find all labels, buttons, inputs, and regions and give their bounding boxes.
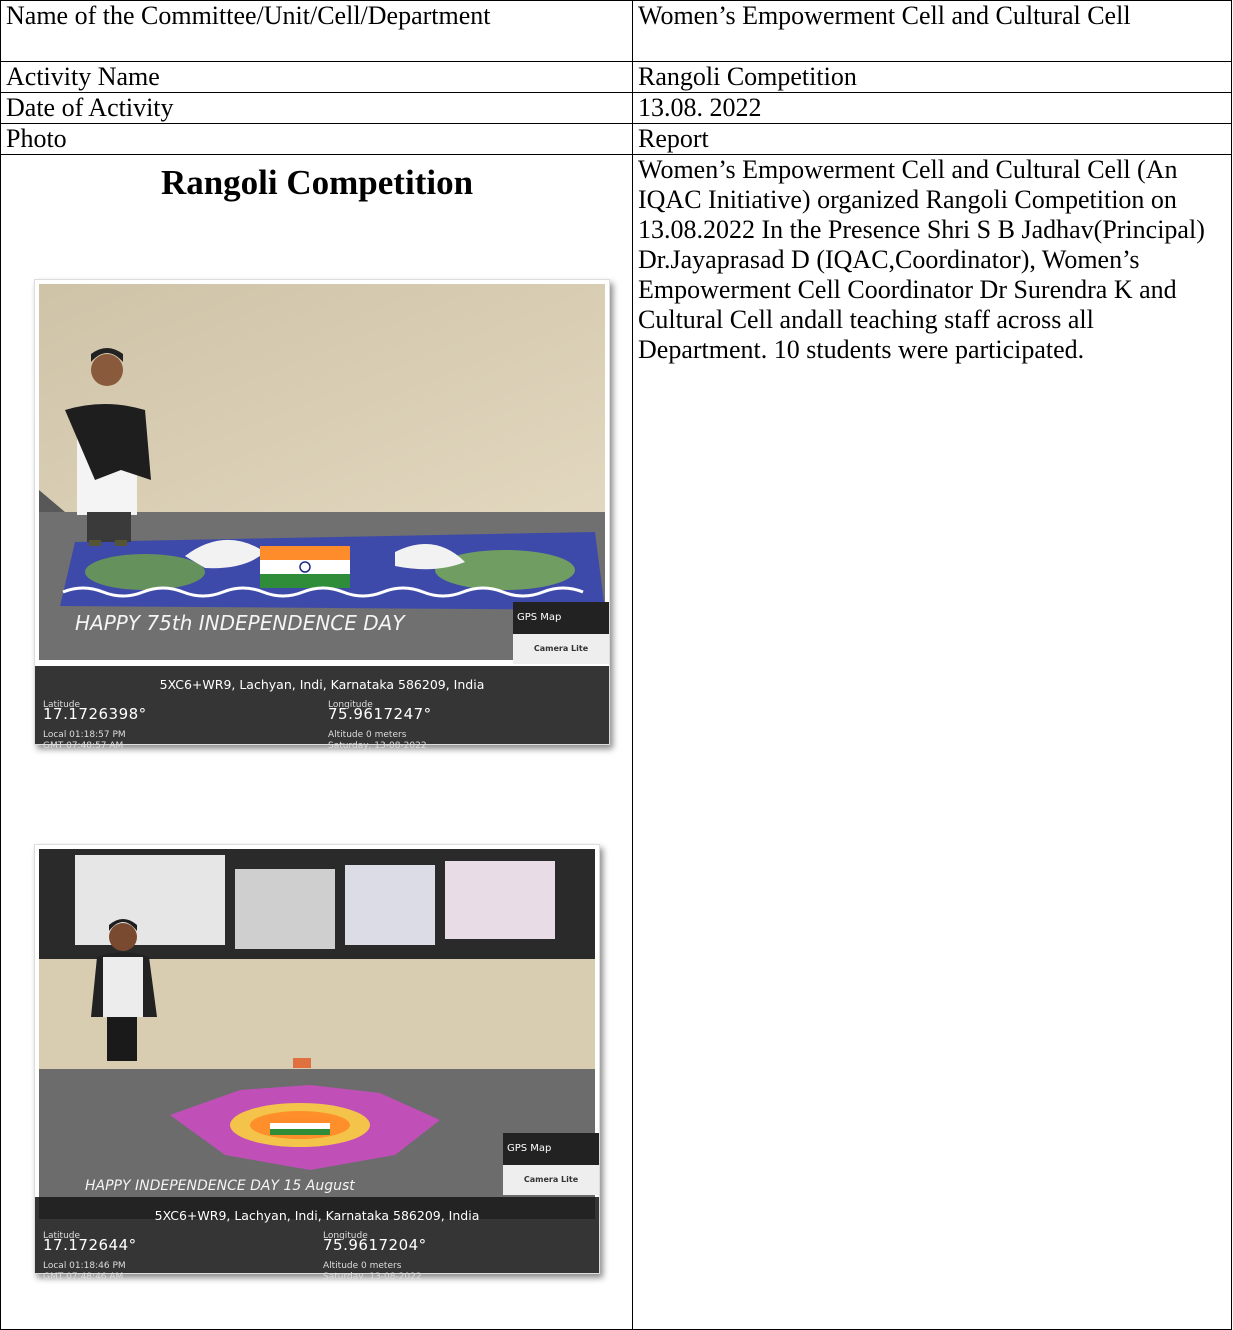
day-date: Saturday, 13-08-2022 (328, 741, 427, 751)
photo-cell: Rangoli Competition HAPPY 75th INDEPENDE… (0, 154, 633, 1330)
gmt-time: GMT 07:48:46 AM (43, 1272, 124, 1282)
gps-badge-label: GPS Map (517, 612, 562, 623)
rangoli-text-2: HAPPY INDEPENDENCE DAY 15 August (85, 1178, 355, 1194)
geotag-overlay-2: 5XC6+WR9, Lachyan, Indi, Karnataka 58620… (35, 1197, 599, 1282)
table-row: Name of the Committee/Unit/Cell/Departme… (0, 0, 1232, 62)
gps-map-badge-2: GPS Map Camera Lite (503, 1133, 599, 1195)
activity-date-value: 13.08. 2022 (632, 92, 1232, 124)
table-row: Activity Name Rangoli Competition (0, 61, 1232, 93)
committee-label: Name of the Committee/Unit/Cell/Departme… (0, 0, 633, 62)
activity-name-value: Rangoli Competition (632, 61, 1232, 93)
committee-value: Women’s Empowerment Cell and Cultural Ce… (632, 0, 1232, 62)
activity-report-table: Name of the Committee/Unit/Cell/Departme… (0, 0, 1232, 1330)
day-date: Saturday, 13-08-2022 (323, 1272, 422, 1282)
gps-badge-sub: Camera Lite (513, 634, 609, 664)
geotag-address: 5XC6+WR9, Lachyan, Indi, Karnataka 58620… (159, 677, 485, 692)
report-header: Report (632, 123, 1232, 155)
report-text: Women’s Empowerment Cell and Cultural Ce… (632, 154, 1232, 1330)
gmt-time: GMT 07:48:57 AM (43, 741, 124, 751)
table-row: Date of Activity 13.08. 2022 (0, 92, 1232, 124)
geotag-overlay-1: 5XC6+WR9, Lachyan, Indi, Karnataka 58620… (35, 666, 609, 751)
rangoli-photo-1: HAPPY 75th INDEPENDENCE DAY GPS Map Came… (34, 279, 610, 751)
gps-map-badge-1: GPS Map Camera Lite (513, 602, 609, 664)
geotag-address: 5XC6+WR9, Lachyan, Indi, Karnataka 58620… (154, 1208, 480, 1223)
rangoli-text-1: HAPPY 75th INDEPENDENCE DAY (75, 611, 406, 635)
photo-header: Photo (0, 123, 633, 155)
gps-badge-sub: Camera Lite (503, 1165, 599, 1195)
rangoli-photo-2: HAPPY INDEPENDENCE DAY 15 August GPS Map… (34, 844, 600, 1282)
gps-badge-label: GPS Map (507, 1143, 552, 1154)
table-row: Photo Report (0, 123, 1232, 155)
activity-name-label: Activity Name (0, 61, 633, 93)
photo-section-title: Rangoli Competition (160, 163, 474, 202)
table-row: Rangoli Competition HAPPY 75th INDEPENDE… (0, 154, 1232, 1330)
activity-date-label: Date of Activity (0, 92, 633, 124)
